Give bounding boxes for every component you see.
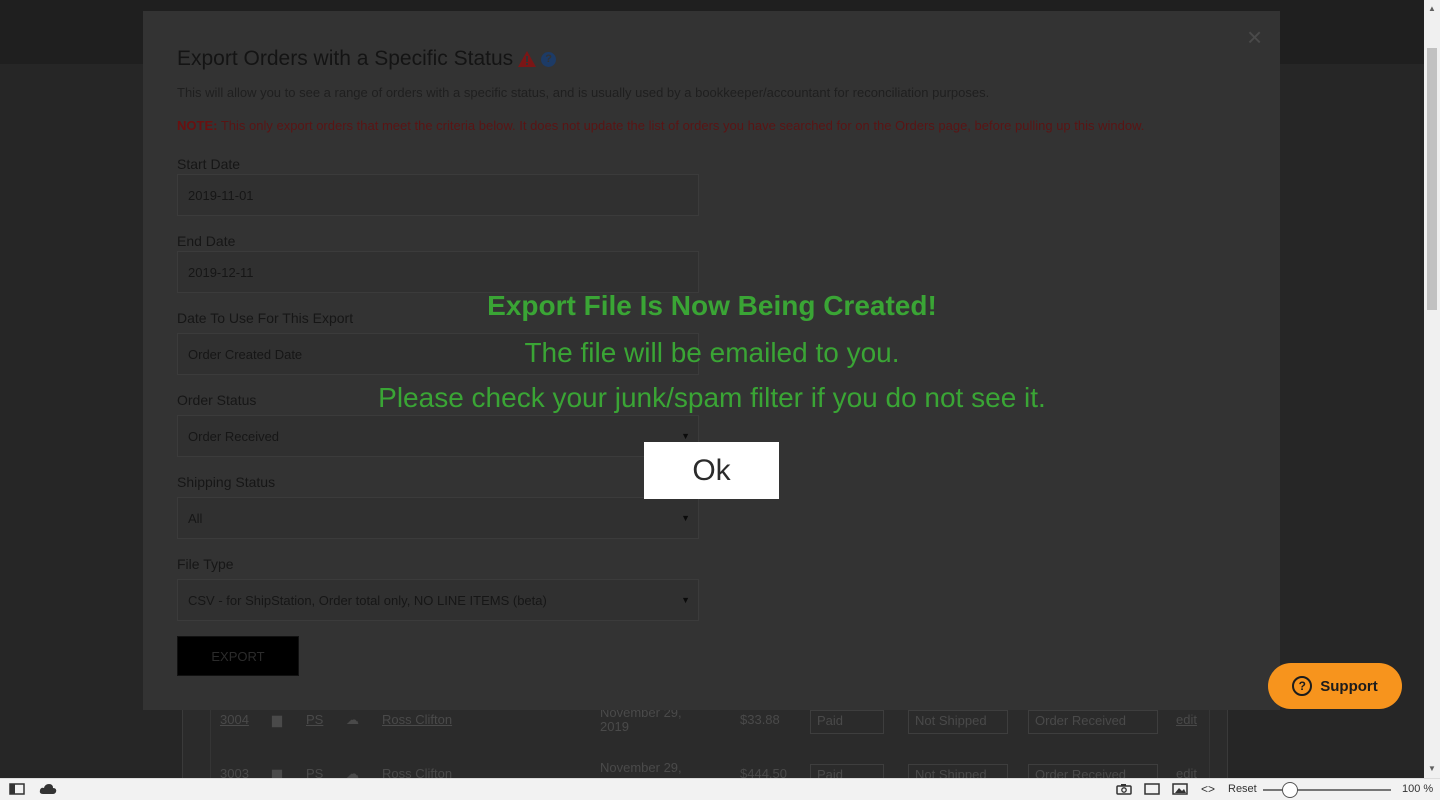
printer-icon[interactable]: ▆ (272, 712, 282, 728)
support-button[interactable]: ? Support (1268, 663, 1402, 709)
modal-title: Export Orders with a Specific Status ? (177, 47, 557, 71)
scroll-down-icon[interactable]: ▼ (1428, 764, 1436, 773)
packing-slip-link[interactable]: PS (306, 712, 323, 727)
support-label: Support (1320, 677, 1378, 695)
shipping-status-label: Shipping Status (177, 474, 276, 490)
modal-note: NOTE: This only export orders that meet … (177, 118, 1144, 133)
order-status-value: Order Received (188, 428, 280, 444)
cloud-sync-icon[interactable] (39, 783, 57, 795)
scroll-up-icon[interactable]: ▲ (1428, 4, 1436, 13)
end-date-value: 2019-12-11 (188, 264, 254, 280)
window-icon[interactable] (1144, 783, 1160, 795)
overlay-title: Export File Is Now Being Created! (487, 290, 937, 321)
file-type-select[interactable]: CSV - for ShipStation, Order total only,… (177, 579, 699, 621)
status-select[interactable]: Order Received (1028, 710, 1158, 734)
note-text: This only export orders that meet the cr… (217, 118, 1145, 133)
customer-link[interactable]: Ross Clifton (382, 712, 452, 727)
order-id-link[interactable]: 3004 (220, 712, 249, 727)
zoom-slider-handle[interactable] (1282, 782, 1298, 798)
file-type-label: File Type (177, 556, 234, 572)
start-date-input[interactable]: 2019-11-01 (177, 174, 699, 216)
end-date-input[interactable]: 2019-12-11 (177, 251, 699, 293)
shipping-select[interactable]: Not Shipped (908, 710, 1008, 734)
chevron-down-icon: ▼ (681, 431, 690, 441)
zoom-level: 100 % (1402, 783, 1434, 795)
chevron-down-icon: ▼ (681, 595, 690, 605)
note-label: NOTE: (177, 118, 218, 133)
modal-title-text: Export Orders with a Specific Status (177, 47, 514, 70)
start-date-value: 2019-11-01 (188, 187, 254, 203)
status-bar: <> Reset 100 % (0, 778, 1440, 800)
edit-link[interactable]: edit (1176, 712, 1197, 727)
question-icon: ? (1292, 676, 1313, 696)
payment-select[interactable]: Paid (810, 710, 884, 734)
chevron-down-icon: ▼ (681, 513, 690, 523)
cloud-icon[interactable]: ☁ (346, 712, 359, 728)
modal-description: This will allow you to see a range of or… (177, 85, 990, 100)
overlay-line-1: The file will be emailed to you. (524, 337, 900, 368)
screenshot-icon[interactable] (1116, 783, 1132, 795)
order-date: November 29, (600, 760, 682, 775)
start-date-label: Start Date (177, 156, 241, 172)
ok-button[interactable]: Ok (644, 442, 779, 499)
scrollbar-thumb[interactable] (1427, 48, 1437, 310)
vertical-scrollbar[interactable]: ▲ ▼ (1424, 0, 1440, 778)
overlay-line-2: Please check your junk/spam filter if yo… (378, 382, 1046, 413)
close-icon[interactable]: × (1247, 24, 1262, 50)
help-icon[interactable]: ? (541, 51, 557, 67)
sidebar-toggle-icon[interactable] (9, 783, 25, 795)
order-status-select[interactable]: Order Received ▼ (177, 415, 699, 457)
code-icon[interactable]: <> (1201, 782, 1215, 796)
shipping-status-value: All (188, 510, 203, 526)
reset-zoom-button[interactable]: Reset (1228, 783, 1257, 795)
warning-icon (518, 51, 537, 67)
table-row: 3004 ▆ PS ☁ Ross Clifton November 29, 20… (220, 706, 1220, 750)
end-date-label: End Date (177, 233, 236, 249)
file-type-value: CSV - for ShipStation, Order total only,… (188, 592, 547, 608)
image-icon[interactable] (1172, 783, 1188, 795)
shipping-status-select[interactable]: All ▼ (177, 497, 699, 539)
order-amount: $33.88 (740, 712, 780, 727)
export-button[interactable]: EXPORT (177, 636, 299, 676)
order-date: November 29, 2019 (600, 705, 682, 734)
